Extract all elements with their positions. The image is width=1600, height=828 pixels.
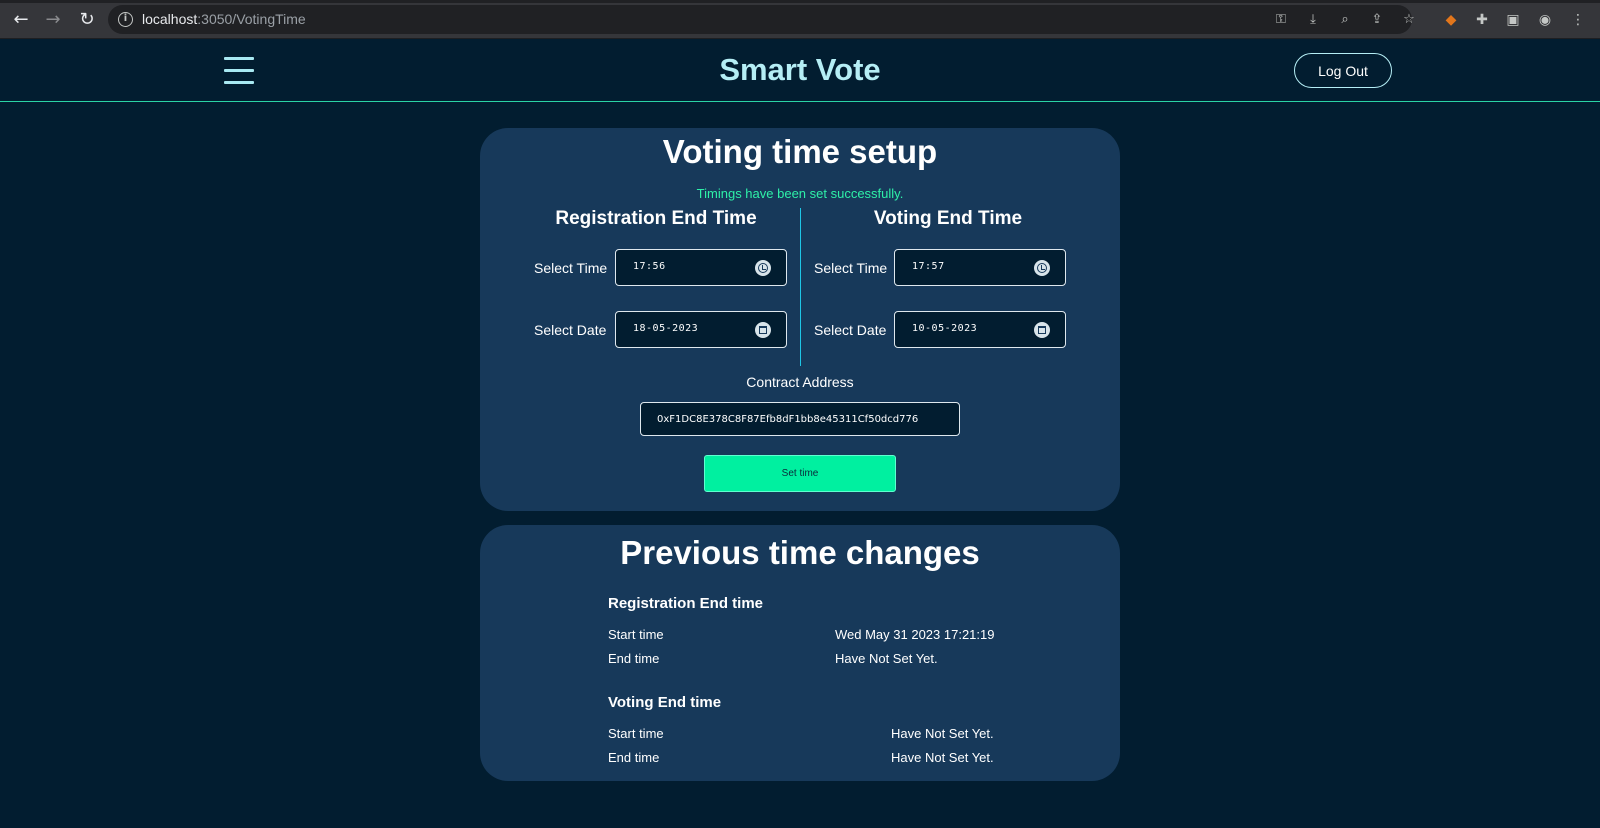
voting-time-value: 17:57	[912, 261, 945, 272]
history-registration-end-label: End time	[608, 651, 660, 666]
registration-date-input[interactable]: 18-05-2023	[615, 311, 787, 348]
logout-button[interactable]: Log Out	[1294, 53, 1392, 88]
extensions-puzzle-icon[interactable]: ✚	[1472, 10, 1492, 30]
voting-time-input[interactable]: 17:57	[894, 249, 1066, 286]
previous-time-changes-card: Previous time changes Registration End t…	[480, 525, 1120, 781]
voting-date-value: 10-05-2023	[912, 323, 978, 334]
url-path: :3050/VotingTime	[197, 11, 306, 27]
bookmark-star-icon[interactable]: ☆	[1400, 11, 1418, 29]
install-icon[interactable]: ⤓	[1304, 11, 1322, 29]
forward-icon[interactable]: →	[42, 9, 64, 31]
history-registration-title: Registration End time	[608, 595, 764, 612]
profile-avatar-icon[interactable]: ◉	[1535, 10, 1555, 30]
app-header: Smart Vote Log Out	[0, 39, 1600, 102]
url-text[interactable]: localhost:3050/VotingTime	[142, 11, 306, 27]
history-voting-end-value: Have Not Set Yet.	[891, 750, 994, 765]
registration-date-label: Select Date	[534, 322, 607, 338]
voting-time-label: Select Time	[814, 260, 888, 276]
voting-end-time-title: Voting End Time	[873, 208, 1023, 229]
history-voting-start-value: Have Not Set Yet.	[891, 726, 994, 741]
voting-date-label: Select Date	[814, 322, 887, 338]
clock-icon[interactable]	[755, 260, 771, 276]
more-menu-icon[interactable]: ⋮	[1568, 10, 1588, 30]
calendar-icon[interactable]	[755, 322, 771, 338]
contract-address-value: 0xF1DC8E378C8F87Efb8dF1bb8e45311Cf50dcd7…	[657, 414, 919, 425]
share-icon[interactable]: ⇪	[1368, 11, 1386, 29]
setup-title: Voting time setup	[662, 133, 938, 170]
browser-toolbar: ← → ↻ i localhost:3050/VotingTime ⚿ ⤓ ⌕ …	[0, 0, 1600, 39]
site-info-icon[interactable]: i	[118, 12, 133, 27]
history-voting-start-label: Start time	[608, 726, 664, 741]
column-divider	[800, 208, 801, 366]
history-registration-start-value: Wed May 31 2023 17:21:19	[835, 627, 995, 642]
voting-time-setup-card: Voting time setup Timings have been set …	[480, 128, 1120, 511]
tab-strip	[0, 0, 1600, 3]
url-host: localhost	[142, 11, 198, 27]
registration-time-value: 17:56	[633, 261, 666, 272]
clock-icon[interactable]	[1034, 260, 1050, 276]
registration-end-time-title: Registration End Time	[555, 208, 757, 229]
key-icon[interactable]: ⚿	[1272, 11, 1290, 29]
address-bar[interactable]: i localhost:3050/VotingTime ⚿ ⤓ ⌕ ⇪ ☆	[108, 5, 1415, 34]
set-time-button[interactable]: Set time	[704, 455, 896, 492]
history-title: Previous time changes	[620, 534, 980, 571]
history-voting-end-label: End time	[608, 750, 660, 765]
contract-address-input[interactable]: 0xF1DC8E378C8F87Efb8dF1bb8e45311Cf50dcd7…	[640, 402, 960, 436]
history-registration-end-value: Have Not Set Yet.	[835, 651, 938, 666]
registration-time-label: Select Time	[534, 260, 608, 276]
calendar-icon[interactable]	[1034, 322, 1050, 338]
success-message: Timings have been set successfully.	[696, 186, 904, 201]
history-voting-title: Voting End time	[608, 694, 722, 711]
registration-date-value: 18-05-2023	[633, 323, 699, 334]
reload-icon[interactable]: ↻	[76, 9, 98, 31]
contract-address-label: Contract Address	[746, 374, 854, 390]
voting-date-input[interactable]: 10-05-2023	[894, 311, 1066, 348]
side-panel-icon[interactable]: ▣	[1503, 10, 1523, 30]
history-registration-start-label: Start time	[608, 627, 664, 642]
zoom-icon[interactable]: ⌕	[1336, 11, 1354, 29]
back-icon[interactable]: ←	[10, 9, 32, 31]
registration-time-input[interactable]: 17:56	[615, 249, 787, 286]
metamask-fox-icon[interactable]: ◆	[1441, 10, 1461, 30]
